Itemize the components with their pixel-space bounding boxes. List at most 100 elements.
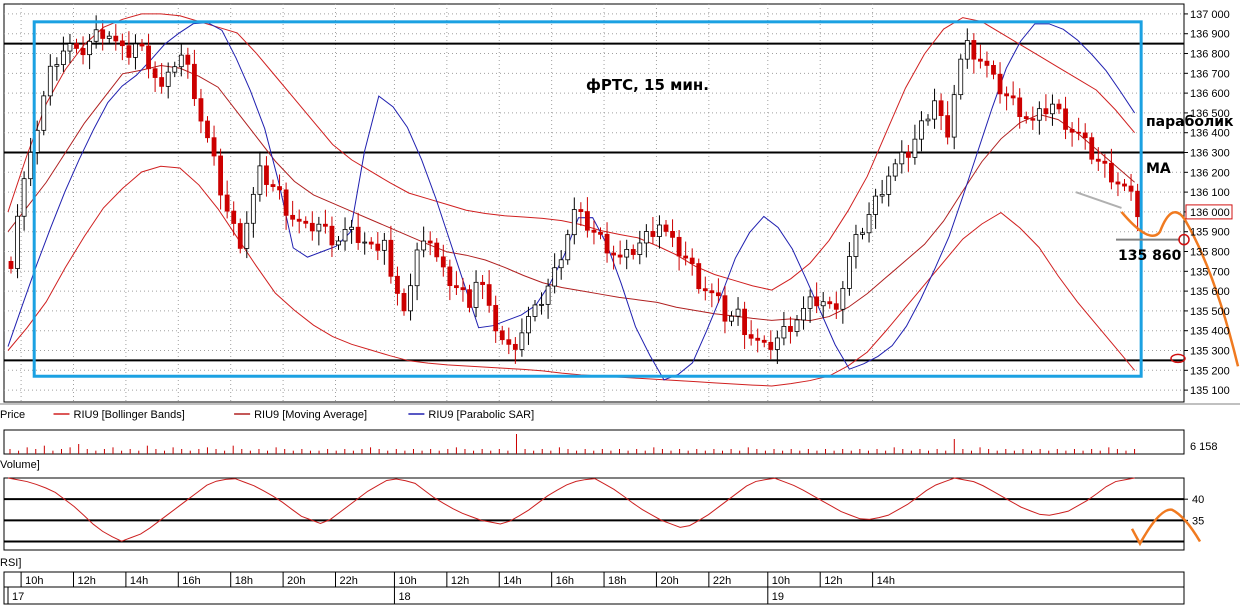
candle-body	[617, 254, 623, 258]
candle-body	[716, 292, 721, 297]
candle-body	[349, 226, 355, 230]
candle-body	[951, 94, 957, 138]
candle-body	[1063, 108, 1068, 130]
candle-body	[100, 29, 106, 39]
legend-entry: RIU9 [Parabolic SAR]	[428, 409, 534, 421]
candle-body	[244, 222, 250, 249]
candle-body	[139, 43, 145, 47]
candle-body	[932, 100, 937, 120]
candle-body	[54, 64, 60, 67]
candle-body	[827, 301, 833, 305]
y-tick-label: 136 800	[1190, 49, 1230, 61]
candle-body	[847, 256, 852, 289]
candle-body	[591, 229, 597, 233]
candle-body	[1056, 103, 1062, 110]
candle-body	[440, 256, 446, 268]
y-tick-label: 135 500	[1190, 306, 1230, 318]
y-tick-label: 136 300	[1190, 148, 1230, 160]
candle-body	[532, 304, 538, 317]
time-tick-label: 16h	[556, 575, 574, 587]
candle-body	[159, 77, 165, 87]
candle-body	[539, 303, 544, 306]
candle-body	[1036, 108, 1042, 121]
candle-body	[1128, 185, 1134, 192]
candle-body	[499, 330, 505, 341]
candle-body	[47, 65, 53, 97]
candle-body	[545, 285, 551, 305]
candle-body	[624, 249, 630, 258]
candle-body	[1017, 97, 1023, 117]
candle-body	[493, 304, 499, 332]
candle-body	[945, 115, 951, 138]
legend-entry: RIU9 [Moving Average]	[254, 409, 367, 421]
candle-body	[978, 58, 983, 62]
rsi-tick-label: 35	[1192, 515, 1204, 527]
candle-body	[565, 234, 571, 261]
candle-body	[958, 58, 964, 96]
date-tick-label: 17	[12, 591, 24, 603]
candle-body	[781, 326, 787, 339]
candle-body	[178, 54, 184, 68]
candle-body	[761, 339, 767, 343]
candle-body	[401, 293, 407, 312]
candle-body	[237, 223, 243, 249]
candle-body	[1082, 132, 1088, 139]
candle-body	[964, 40, 970, 60]
candle-body	[126, 45, 132, 58]
candle-body	[643, 231, 649, 244]
candle-body	[1023, 116, 1029, 120]
candle-body	[722, 295, 728, 322]
rsi-tick-label: 40	[1192, 494, 1204, 506]
candle-body	[971, 40, 977, 60]
candle-body	[133, 43, 138, 58]
time-tick-label: 10h	[398, 575, 416, 587]
candle-body	[768, 341, 774, 350]
candle-body	[408, 285, 413, 312]
candle-body	[925, 118, 931, 122]
candle-body	[663, 224, 669, 232]
candle-body	[670, 231, 675, 238]
y-tick-label: 135 800	[1190, 247, 1230, 259]
candle-body	[172, 66, 178, 73]
time-tick-label: 12h	[824, 575, 842, 587]
candle-body	[473, 281, 479, 308]
candle-body	[657, 224, 662, 237]
candle-body	[512, 343, 518, 350]
candle-body	[578, 209, 584, 212]
candle-body	[840, 288, 846, 310]
candle-body	[637, 242, 643, 255]
candle-body	[611, 252, 616, 256]
candle-body	[1102, 160, 1108, 164]
candle-body	[1076, 131, 1082, 134]
candle-body	[879, 194, 885, 197]
time-tick-label: 18h	[608, 575, 626, 587]
candle-body	[735, 308, 741, 317]
candle-body	[912, 138, 918, 158]
candle-body	[755, 337, 761, 341]
candle-body	[919, 120, 924, 140]
candle-body	[526, 316, 531, 334]
candle-body	[309, 222, 315, 232]
parabolic-annotation: параболик	[1146, 114, 1234, 130]
y-tick-label: 135 100	[1190, 385, 1230, 397]
candle-body	[453, 285, 459, 289]
candle-body	[997, 73, 1003, 95]
time-tick-label: 16h	[182, 575, 200, 587]
candle-body	[34, 129, 40, 153]
candle-body	[1089, 137, 1095, 160]
candle-body	[748, 334, 754, 339]
candle-body	[873, 195, 878, 215]
candle-body	[316, 223, 322, 232]
candle-body	[322, 223, 328, 227]
candle-body	[119, 40, 125, 47]
candle-body	[106, 35, 112, 39]
time-tick-label: 10h	[25, 575, 43, 587]
rsi-label: RSI]	[0, 557, 21, 569]
candle-body	[303, 220, 309, 224]
chart-title: фРТС, 15 мин.	[586, 76, 709, 94]
candle-body	[991, 65, 996, 75]
candle-body	[28, 152, 34, 180]
chart-canvas: 135 100 135 200 135 300 135 400 135 500 135 6…	[0, 3, 1240, 605]
candle-body	[729, 315, 734, 322]
candle-body	[585, 211, 590, 231]
